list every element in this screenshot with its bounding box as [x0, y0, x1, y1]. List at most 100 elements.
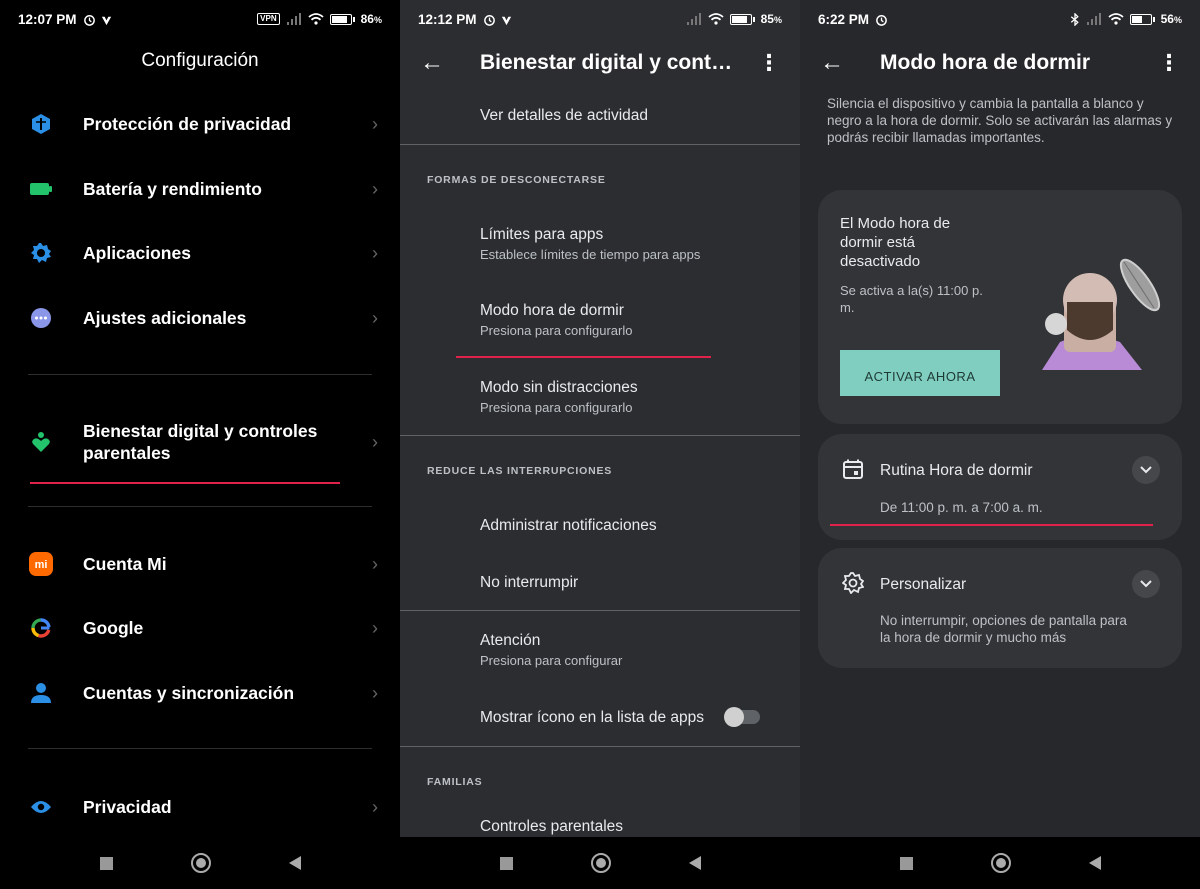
chevron-right-icon: ›: [372, 553, 378, 574]
settings-item-google[interactable]: Google ›: [0, 602, 400, 654]
settings-item-mi-account[interactable]: mi Cuenta Mi ›: [0, 538, 400, 590]
google-icon: [29, 616, 53, 640]
mi-logo-text: mi: [35, 559, 48, 571]
section-header-families: FAMILIAS: [427, 776, 483, 788]
battery-level: 85%: [760, 12, 782, 26]
battery-icon: [329, 13, 355, 25]
battery-level: 56%: [1160, 12, 1182, 26]
navigation-bar: [400, 837, 800, 889]
wellbeing-icon: [29, 430, 53, 454]
settings-item-label: Ajustes adicionales: [83, 308, 247, 328]
bluetooth-icon: [1070, 12, 1079, 26]
item-title: Modo hora de dormir: [480, 302, 624, 319]
item-title: Atención: [480, 632, 541, 649]
customize-card[interactable]: Personalizar No interrumpir, opciones de…: [818, 548, 1182, 668]
settings-item-apps[interactable]: Aplicaciones ›: [0, 227, 400, 279]
status-bar: 6:22 PM 56%: [800, 0, 1200, 38]
activity-details-item[interactable]: Ver detalles de actividad: [480, 107, 780, 125]
page-title: Bienestar digital y contr…: [480, 51, 740, 74]
back-arrow-icon[interactable]: ←: [820, 49, 844, 77]
section-header-disconnect: FORMAS DE DESCONECTARSE: [427, 174, 606, 186]
manage-notifications-item[interactable]: Administrar notificaciones: [480, 517, 780, 535]
divider: [28, 506, 372, 507]
item-subtitle: Presiona para configurarlo: [480, 400, 633, 415]
bedtime-status-card: El Modo hora de dormir está desactivado …: [818, 190, 1182, 424]
page-title: Modo hora de dormir: [880, 51, 1090, 74]
battery-level: 86%: [360, 12, 382, 26]
alarm-icon: [83, 14, 95, 26]
show-icon-toggle[interactable]: [724, 707, 760, 727]
status-subtitle: Se activa a la(s) 11:00 p. m.: [840, 283, 983, 315]
recents-button[interactable]: [99, 856, 113, 870]
customize-subtitle: No interrumpir, opciones de pantalla par…: [880, 613, 1127, 645]
settings-item-label: Cuenta Mi: [83, 554, 167, 574]
settings-screen: 12:07 PM VPN 86% Configuración Protecció…: [0, 0, 400, 889]
recents-button[interactable]: [899, 856, 913, 870]
chevron-right-icon: ›: [372, 307, 378, 328]
app-notification-icon: [101, 16, 111, 25]
chevron-right-icon: ›: [372, 242, 378, 263]
highlight-underline: [830, 524, 1153, 526]
parental-controls-item[interactable]: Controles parentales: [480, 818, 780, 836]
toggle-knob: [724, 707, 744, 727]
wifi-icon: [1108, 13, 1124, 25]
focus-mode-item[interactable]: Modo sin distracciones Presiona para con…: [480, 379, 780, 415]
page-title: Configuración: [141, 50, 259, 71]
status-time: 6:22 PM: [818, 11, 870, 27]
item-title: Controles parentales: [480, 818, 624, 835]
do-not-disturb-item[interactable]: No interrumpir: [480, 574, 780, 592]
settings-item-privacy-protection[interactable]: Protección de privacidad ›: [0, 98, 400, 150]
back-arrow-icon[interactable]: ←: [420, 49, 444, 77]
settings-item-label: Protección de privacidad: [83, 114, 292, 134]
chevron-down-icon[interactable]: [1132, 456, 1160, 484]
chevron-right-icon: ›: [372, 796, 378, 817]
chevron-right-icon: ›: [372, 682, 378, 703]
status-bar: 12:07 PM VPN 86%: [0, 0, 400, 38]
settings-item-label: Batería y rendimiento: [83, 179, 262, 199]
home-button[interactable]: [590, 853, 611, 873]
sleeping-person-illustration: [1042, 258, 1161, 370]
home-button[interactable]: [190, 853, 211, 873]
navigation-bar: [0, 837, 400, 889]
item-title: Ver detalles de actividad: [480, 107, 649, 124]
bedtime-mode-item[interactable]: Modo hora de dormir Presiona para config…: [480, 302, 780, 338]
account-icon: [29, 681, 53, 705]
more-dots-icon: [29, 306, 53, 330]
settings-item-additional[interactable]: Ajustes adicionales ›: [0, 292, 400, 344]
item-title: Límites para apps: [480, 226, 604, 243]
app-notification-icon: [501, 16, 511, 25]
highlight-underline: [456, 356, 711, 358]
heads-up-item[interactable]: Atención Presiona para configurar: [480, 632, 780, 668]
settings-item-privacy[interactable]: Privacidad ›: [0, 781, 400, 833]
show-icon-item[interactable]: Mostrar ícono en la lista de apps: [480, 709, 720, 727]
navigation-bar: [800, 837, 1200, 889]
settings-item-battery[interactable]: Batería y rendimiento ›: [0, 163, 400, 215]
divider: [400, 144, 800, 145]
activate-now-button[interactable]: ACTIVAR AHORA: [840, 350, 1000, 396]
chevron-right-icon: ›: [372, 617, 378, 638]
back-nav-button[interactable]: [1088, 856, 1101, 870]
battery-icon: [729, 13, 755, 25]
app-limits-item[interactable]: Límites para apps Establece límites de t…: [480, 226, 780, 262]
gear-icon: [29, 241, 53, 265]
app-bar: ← Modo hora de dormir ⋮: [800, 38, 1200, 88]
item-subtitle: Presiona para configurarlo: [480, 323, 633, 338]
item-title: Mostrar ícono en la lista de apps: [480, 709, 705, 726]
divider: [400, 746, 800, 747]
calendar-icon: [842, 458, 866, 482]
eye-icon: [29, 795, 53, 819]
settings-item-accounts-sync[interactable]: Cuentas y sincronización ›: [0, 667, 400, 719]
description-text: Silencia el dispositivo y cambia la pant…: [827, 96, 1173, 145]
routine-subtitle: De 11:00 p. m. a 7:00 a. m.: [880, 500, 1043, 515]
home-button[interactable]: [990, 853, 1011, 873]
back-nav-button[interactable]: [688, 856, 701, 870]
signal-icon: [686, 13, 701, 25]
more-vert-icon[interactable]: ⋮: [1158, 52, 1180, 74]
more-vert-icon[interactable]: ⋮: [758, 52, 780, 74]
settings-item-label: Privacidad: [83, 797, 172, 817]
recents-button[interactable]: [499, 856, 513, 870]
settings-item-digital-wellbeing[interactable]: Bienestar digital y controles parentales…: [0, 414, 400, 470]
highlight-underline: [30, 482, 340, 484]
back-nav-button[interactable]: [288, 856, 301, 870]
chevron-down-icon[interactable]: [1132, 570, 1160, 598]
